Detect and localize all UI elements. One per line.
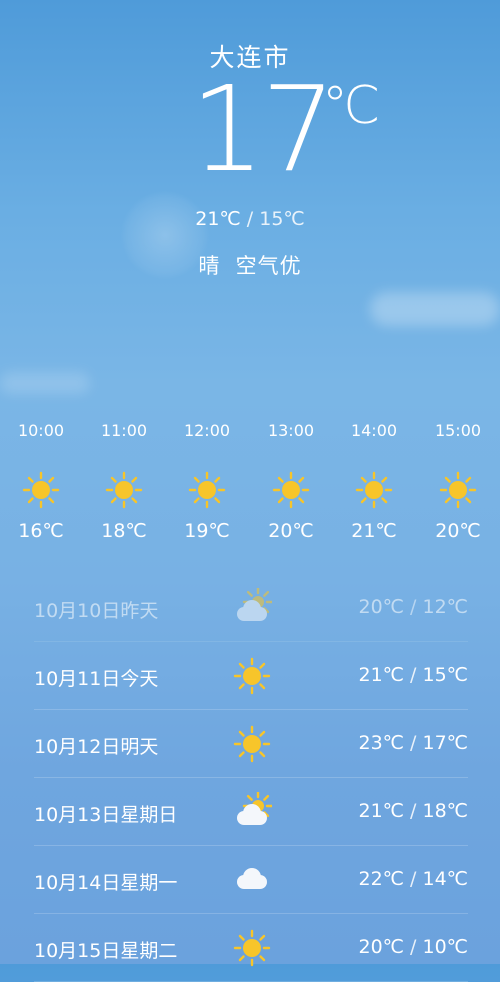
- day-high: 21℃: [358, 664, 404, 686]
- daily-row[interactable]: 10月14日星期一 22℃ / 14℃: [34, 846, 468, 914]
- weather-condition: 晴: [198, 254, 221, 278]
- day-low: 14℃: [422, 868, 468, 890]
- daily-row[interactable]: 10月10日昨天 20℃ / 12℃: [34, 574, 468, 642]
- sun-icon: [233, 929, 271, 967]
- sun-icon: [272, 471, 310, 509]
- hour-time: 13:00: [267, 421, 315, 440]
- day-high: 21℃: [358, 800, 404, 822]
- background-cloud: [0, 372, 90, 394]
- hourly-item: 10:00 16℃: [6, 420, 76, 542]
- day-low: 15℃: [422, 664, 468, 686]
- partly-cloudy-icon: [237, 792, 272, 825]
- day-high: 20℃: [358, 596, 404, 618]
- hourly-item: 12:00 19℃: [172, 420, 242, 542]
- hour-temp: 20℃: [268, 520, 314, 542]
- day-high: 22℃: [358, 868, 404, 890]
- day-date: 10月12日明天: [34, 736, 159, 758]
- today-high: 21℃: [195, 208, 241, 230]
- hour-temp: 16℃: [18, 520, 64, 542]
- day-temp-range: 20℃ / 10℃: [358, 936, 468, 958]
- day-temp-range: 20℃ / 12℃: [358, 596, 468, 618]
- hour-temp: 21℃: [351, 520, 397, 542]
- day-temp-range: 21℃ / 18℃: [358, 800, 468, 822]
- hour-temp: 20℃: [435, 520, 481, 542]
- hour-temp: 18℃: [101, 520, 147, 542]
- day-separator: /: [404, 596, 423, 618]
- day-temp-range: 22℃ / 14℃: [358, 868, 468, 890]
- partly-cloudy-icon: [237, 588, 272, 621]
- daily-row[interactable]: 10月12日明天 23℃ / 17℃: [34, 710, 468, 778]
- day-date: 10月15日星期二: [34, 940, 178, 962]
- sun-icon: [105, 471, 143, 509]
- temperature-unit: ℃: [322, 76, 381, 136]
- hour-temp: 19℃: [184, 520, 230, 542]
- sun-icon: [355, 471, 393, 509]
- day-separator: /: [404, 800, 423, 822]
- sun-icon: [439, 471, 477, 509]
- day-low: 17℃: [422, 732, 468, 754]
- day-temp-range: 21℃ / 15℃: [358, 664, 468, 686]
- sun-icon: [22, 471, 60, 509]
- day-date: 10月14日星期一: [34, 872, 178, 894]
- day-date: 10月11日今天: [34, 668, 159, 690]
- range-separator: /: [240, 208, 260, 230]
- hour-time: 11:00: [100, 421, 148, 440]
- current-temperature: 17: [190, 60, 336, 198]
- day-date: 10月13日星期日: [34, 804, 178, 826]
- daily-forecast[interactable]: 10月10日昨天 20℃ / 12℃ 10月11日今天 21℃ / 15℃ 10…: [34, 574, 468, 982]
- day-high: 23℃: [358, 732, 404, 754]
- daily-row[interactable]: 10月13日星期日 21℃ / 18℃: [34, 778, 468, 846]
- hourly-item: 14:00 21℃: [339, 420, 409, 542]
- hourly-item: 11:00 18℃: [89, 420, 159, 542]
- sun-icon: [233, 725, 271, 763]
- background-cloud: [370, 292, 500, 326]
- hour-time: 14:00: [350, 421, 398, 440]
- condition-line: 晴 空气优: [0, 250, 500, 280]
- day-low: 18℃: [422, 800, 468, 822]
- day-separator: /: [404, 664, 423, 686]
- day-separator: /: [404, 868, 423, 890]
- day-separator: /: [404, 732, 423, 754]
- day-low: 12℃: [422, 596, 468, 618]
- hour-time: 12:00: [183, 421, 231, 440]
- cloud-icon: [237, 868, 267, 889]
- day-temp-range: 23℃ / 17℃: [358, 732, 468, 754]
- hourly-forecast[interactable]: 10:00 16℃ 11:00 18℃ 12:00 19℃ 13:00 20℃ …: [0, 420, 500, 560]
- hour-time: 10:00: [17, 421, 65, 440]
- hour-time: 15:00: [434, 421, 482, 440]
- today-range: 21℃ / 15℃: [0, 208, 500, 230]
- today-low: 15℃: [259, 208, 305, 230]
- day-date: 10月10日昨天: [34, 600, 159, 622]
- hourly-item: 15:00 20℃: [423, 420, 493, 542]
- sun-icon: [233, 657, 271, 695]
- daily-row[interactable]: 10月11日今天 21℃ / 15℃: [34, 642, 468, 710]
- day-separator: /: [404, 936, 423, 958]
- sun-icon: [188, 471, 226, 509]
- air-quality[interactable]: 空气优: [236, 254, 302, 278]
- hourly-item: 13:00 20℃: [256, 420, 326, 542]
- day-high: 20℃: [358, 936, 404, 958]
- daily-row[interactable]: 10月15日星期二 20℃ / 10℃: [34, 914, 468, 982]
- day-low: 10℃: [422, 936, 468, 958]
